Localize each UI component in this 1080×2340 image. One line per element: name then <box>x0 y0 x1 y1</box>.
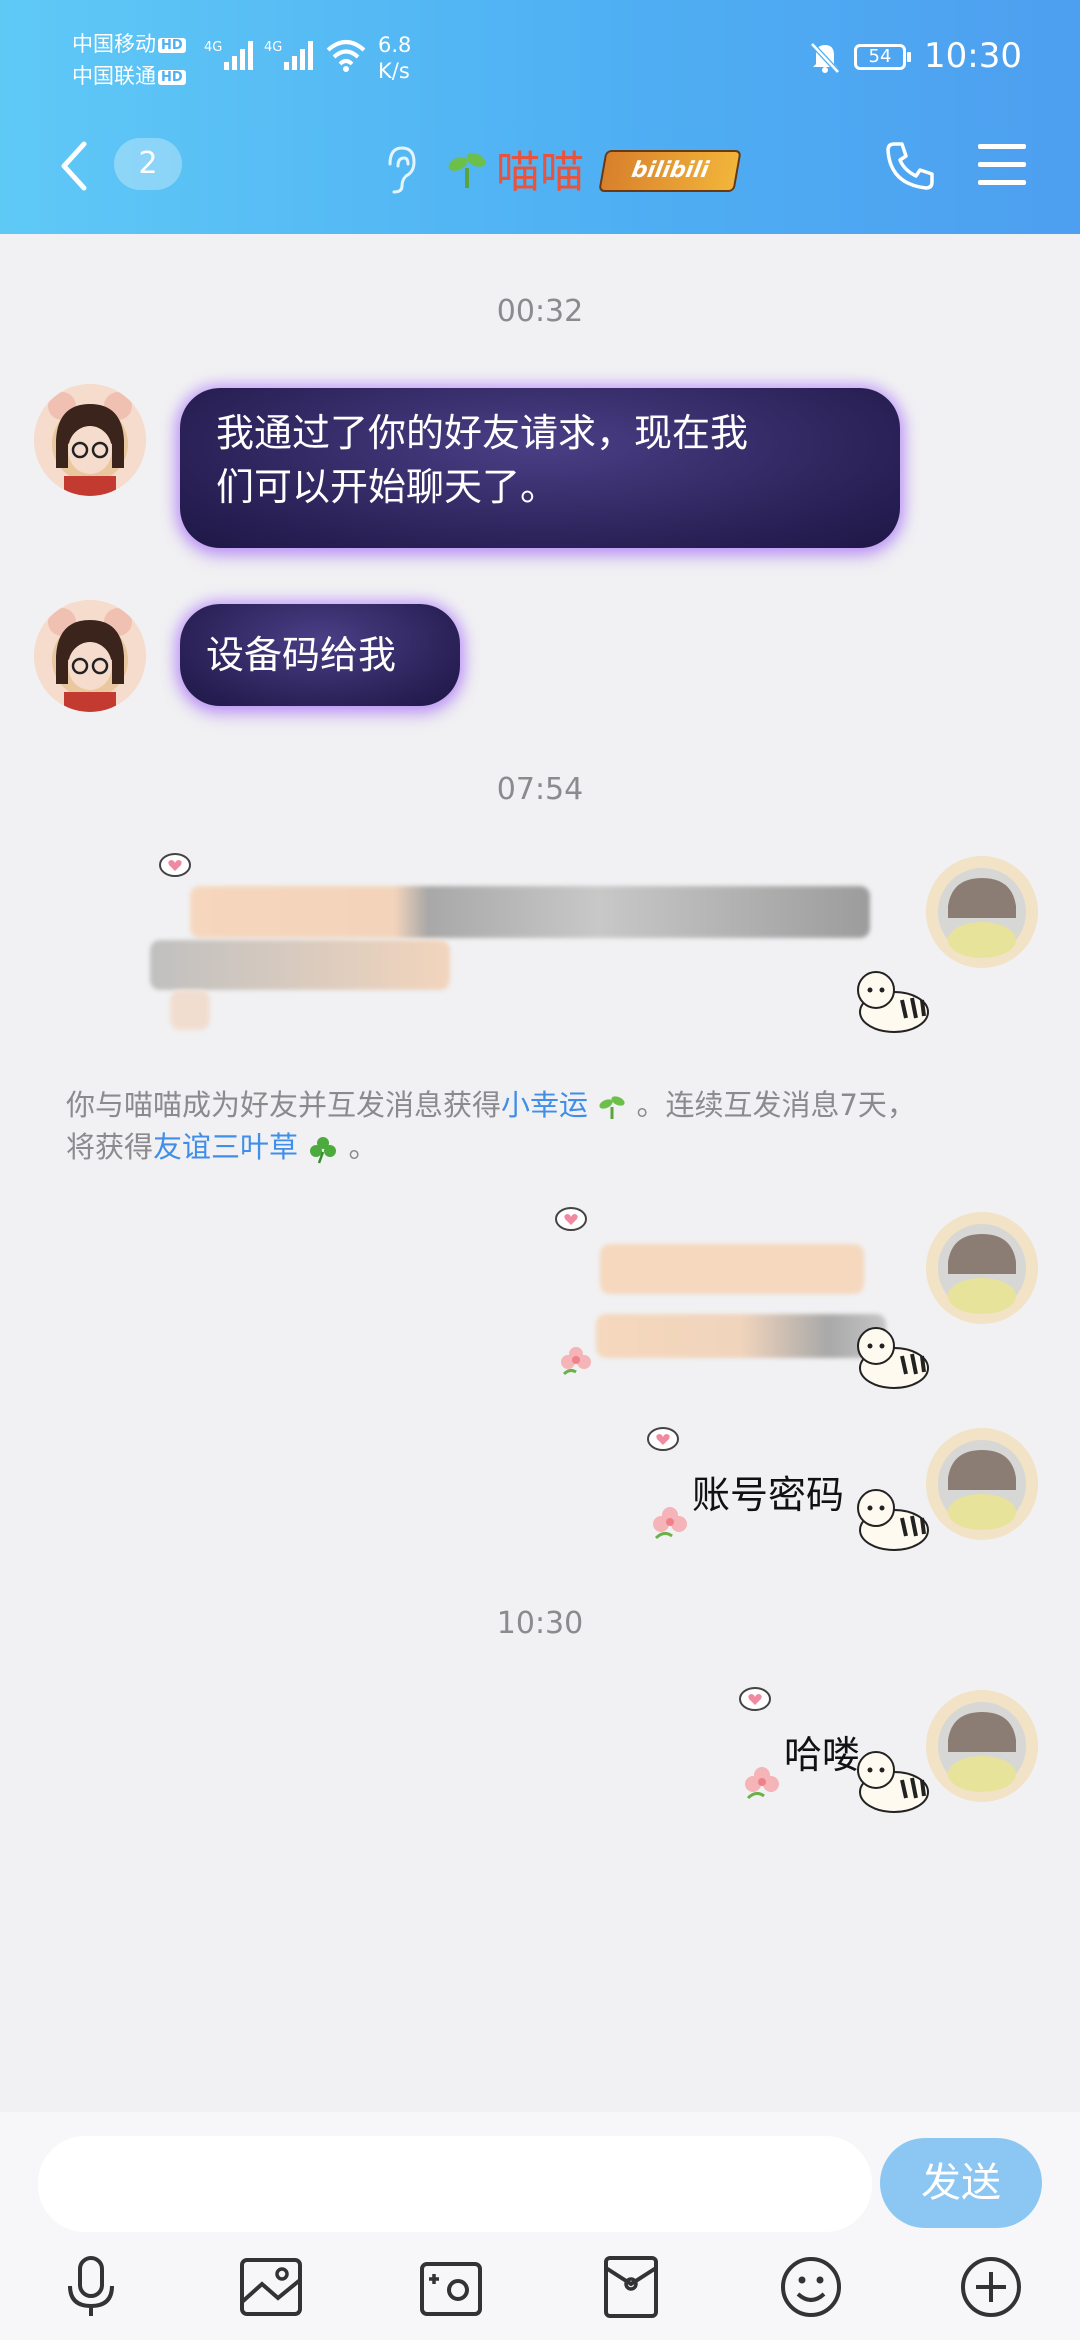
network-type-2: 4G <box>264 40 283 55</box>
status-time: 10:30 <box>924 36 1022 76</box>
tiger-sticker-icon <box>857 1751 929 1813</box>
heart-bubble-icon <box>555 1207 587 1231</box>
message-bubble[interactable]: 设备码给我 <box>180 604 460 706</box>
flower-icon <box>745 1767 779 1800</box>
ear-icon[interactable] <box>380 142 420 196</box>
carrier-1: 中国移动 HD <box>72 28 186 58</box>
my-avatar[interactable] <box>926 1690 1038 1802</box>
contact-avatar[interactable] <box>34 384 146 496</box>
photo-icon[interactable] <box>238 2254 304 2320</box>
heart-bubble-icon <box>739 1687 771 1711</box>
heart-bubble-icon <box>647 1427 679 1451</box>
heart-bubble-icon <box>159 853 191 877</box>
timestamp: 07:54 <box>496 772 584 807</box>
message-text[interactable]: 账号密码 <box>692 1464 844 1519</box>
message-text: 们可以开始聊天了。 <box>216 465 559 509</box>
my-avatar[interactable] <box>926 1428 1038 1540</box>
clover-icon <box>310 1137 337 1164</box>
sprout-icon <box>599 1096 625 1119</box>
my-avatar[interactable] <box>926 1212 1038 1324</box>
back-icon[interactable] <box>56 140 92 192</box>
message-text[interactable]: 哈喽 <box>784 1724 860 1779</box>
chat-header: 中国移动 HD 中国联通 HD 4G 4G 6.8 K/s 54 10:30 2 喵喵… <box>0 0 1080 234</box>
menu-icon[interactable] <box>976 142 1028 188</box>
network-type-1: 4G <box>204 40 223 55</box>
contact-name[interactable]: 喵喵 <box>496 136 584 200</box>
red-packet-icon[interactable] <box>598 2254 664 2320</box>
plus-icon[interactable] <box>958 2254 1024 2320</box>
message-bubble[interactable]: 我通过了你的好友请求，现在我 们可以开始聊天了。 <box>180 388 900 548</box>
flower-icon <box>653 1507 687 1540</box>
message-text: 设备码给我 <box>206 633 397 677</box>
clover-link[interactable]: 友谊三叶草 <box>153 1130 298 1164</box>
flower-icon <box>561 1347 591 1376</box>
message-input[interactable] <box>38 2136 872 2232</box>
tiger-sticker-icon <box>857 1327 929 1389</box>
unread-count-badge[interactable]: 2 <box>114 138 182 190</box>
signal-icon <box>284 41 313 70</box>
microphone-icon[interactable] <box>58 2254 124 2320</box>
mute-bell-icon <box>810 42 840 74</box>
tiger-sticker-icon <box>857 1489 929 1551</box>
tiger-sticker-icon <box>857 971 929 1033</box>
signal-icon <box>224 41 253 70</box>
battery-indicator: 54 <box>854 44 911 70</box>
phone-icon[interactable] <box>884 140 936 192</box>
send-button[interactable]: 发送 <box>880 2138 1042 2228</box>
carrier-2: 中国联通 HD <box>72 60 186 90</box>
message-text: 我通过了你的好友请求，现在我 <box>216 411 749 455</box>
system-message: 你与喵喵成为好友并互发消息获得小幸运 。连续互发消息7天， 将获得友谊三叶草 。 <box>66 1088 916 1164</box>
contact-avatar[interactable] <box>34 600 146 712</box>
lucky-link[interactable]: 小幸运 <box>501 1088 588 1122</box>
timestamp: 00:32 <box>496 294 584 329</box>
emoji-icon[interactable] <box>778 2254 844 2320</box>
sprout-icon <box>448 153 486 188</box>
my-avatar[interactable] <box>926 856 1038 968</box>
network-speed: 6.8 K/s <box>378 33 412 83</box>
bilibili-badge[interactable]: bilibili <box>598 150 742 192</box>
timestamp: 10:30 <box>496 1606 584 1641</box>
camera-icon[interactable] <box>418 2254 484 2320</box>
wifi-icon <box>326 40 366 72</box>
